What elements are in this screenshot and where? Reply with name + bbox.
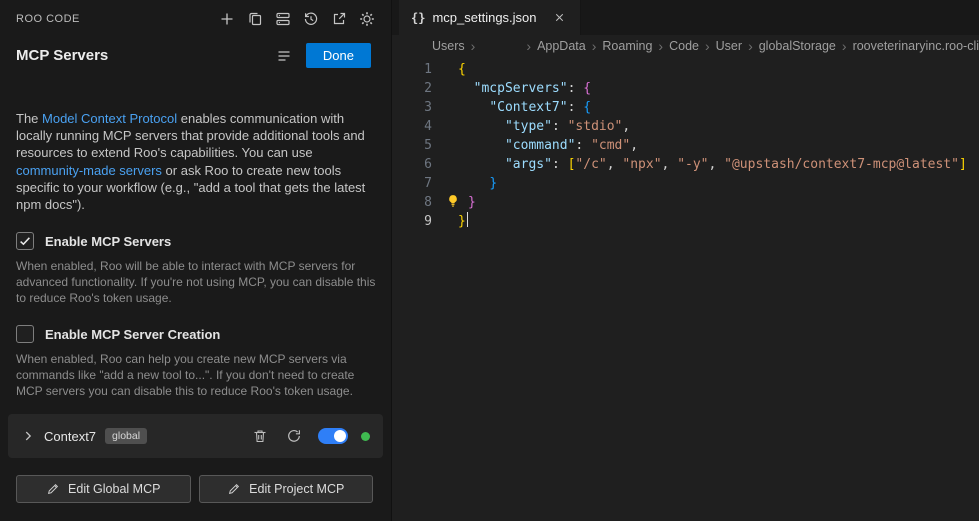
pencil-icon bbox=[227, 482, 241, 496]
tab-label: mcp_settings.json bbox=[432, 10, 536, 25]
enable-mcp-creation-row: Enable MCP Server Creation bbox=[16, 325, 375, 343]
breadcrumb-separator-icon: › bbox=[705, 39, 710, 53]
tab-bar: {} mcp_settings.json bbox=[392, 0, 979, 35]
server-row[interactable]: Context7 global bbox=[8, 414, 383, 458]
breadcrumb-item[interactable]: rooveterinaryinc.roo-cli bbox=[853, 39, 979, 53]
text-cursor bbox=[467, 212, 469, 227]
edit-global-mcp-button[interactable]: Edit Global MCP bbox=[16, 475, 191, 503]
extension-title: ROO CODE bbox=[16, 13, 80, 25]
code-line[interactable]: 7 } bbox=[392, 174, 979, 193]
status-indicator bbox=[361, 432, 370, 441]
close-icon[interactable] bbox=[552, 10, 568, 26]
check-icon bbox=[18, 234, 32, 248]
lightbulb-icon[interactable] bbox=[446, 193, 460, 212]
panel-toolbar bbox=[217, 9, 377, 29]
breadcrumb-item[interactable]: AppData bbox=[537, 39, 586, 53]
line-number: 6 bbox=[392, 155, 432, 174]
code-line[interactable]: 4 "type": "stdio", bbox=[392, 117, 979, 136]
line-number: 4 bbox=[392, 117, 432, 136]
scope-badge: global bbox=[105, 428, 147, 444]
breadcrumb-item[interactable]: User bbox=[716, 39, 742, 53]
code-line[interactable]: 8} bbox=[392, 193, 979, 212]
refresh-icon[interactable] bbox=[284, 426, 304, 446]
line-number: 2 bbox=[392, 79, 432, 98]
enable-mcp-servers-row: Enable MCP Servers bbox=[16, 232, 375, 250]
breadcrumb-separator-icon: › bbox=[471, 39, 476, 53]
line-number: 3 bbox=[392, 98, 432, 117]
server-list-icon[interactable] bbox=[274, 46, 294, 66]
json-file-icon: {} bbox=[411, 11, 425, 25]
trash-icon[interactable] bbox=[250, 426, 270, 446]
gear-icon[interactable] bbox=[357, 9, 377, 29]
breadcrumb-separator-icon: › bbox=[748, 39, 753, 53]
community-servers-link[interactable]: community-made servers bbox=[16, 163, 162, 178]
enable-mcp-creation-checkbox[interactable] bbox=[16, 325, 34, 343]
breadcrumb-item[interactable]: globalStorage bbox=[759, 39, 836, 53]
vscode-window: ROO CODE bbox=[0, 0, 979, 521]
copy-icon[interactable] bbox=[245, 9, 265, 29]
line-number: 9 bbox=[392, 212, 432, 231]
pencil-icon bbox=[46, 482, 60, 496]
code-editor[interactable]: 1{2 "mcpServers": {3 "Context7": {4 "typ… bbox=[392, 57, 979, 231]
intro-text: The Model Context Protocol enables commu… bbox=[16, 110, 373, 213]
roo-code-panel: ROO CODE bbox=[0, 0, 392, 521]
checkbox-description: When enabled, Roo will be able to intera… bbox=[16, 258, 379, 306]
panel-topbar: ROO CODE bbox=[0, 0, 391, 31]
page-title: MCP Servers bbox=[16, 47, 274, 64]
done-button[interactable]: Done bbox=[306, 43, 371, 68]
checkbox-description: When enabled, Roo can help you create ne… bbox=[16, 351, 379, 399]
code-line[interactable]: 2 "mcpServers": { bbox=[392, 79, 979, 98]
breadcrumb-separator-icon: › bbox=[592, 39, 597, 53]
code-line[interactable]: 1{ bbox=[392, 60, 979, 79]
page-header: MCP Servers Done bbox=[0, 31, 391, 78]
breadcrumb: Users › › AppData › Roaming › Code › User › globalS… bbox=[392, 35, 979, 57]
edit-project-mcp-button[interactable]: Edit Project MCP bbox=[199, 475, 374, 503]
plus-icon[interactable] bbox=[217, 9, 237, 29]
history-icon[interactable] bbox=[301, 9, 321, 29]
line-number: 1 bbox=[392, 60, 432, 79]
breadcrumb-separator-icon: › bbox=[842, 39, 847, 53]
code-line[interactable]: 3 "Context7": { bbox=[392, 98, 979, 117]
editor-group: {} mcp_settings.json Users › › AppData › Roam… bbox=[392, 0, 979, 521]
code-line[interactable]: 9} bbox=[392, 212, 979, 231]
enable-mcp-servers-checkbox[interactable] bbox=[16, 232, 34, 250]
breadcrumb-item[interactable]: Users bbox=[432, 39, 465, 53]
server-name: Context7 bbox=[44, 429, 96, 444]
breadcrumb-separator-icon: › bbox=[526, 39, 531, 53]
open-external-icon[interactable] bbox=[329, 9, 349, 29]
server-enabled-toggle[interactable] bbox=[318, 428, 348, 444]
chevron-right-icon[interactable] bbox=[18, 426, 38, 446]
breadcrumb-item[interactable]: Roaming bbox=[602, 39, 652, 53]
checkbox-label: Enable MCP Server Creation bbox=[45, 327, 220, 342]
breadcrumb-item[interactable]: Code bbox=[669, 39, 699, 53]
breadcrumb-separator-icon: › bbox=[658, 39, 663, 53]
mcp-footer-buttons: Edit Global MCP Edit Project MCP bbox=[16, 475, 373, 503]
line-number: 8 bbox=[392, 193, 432, 212]
line-number: 5 bbox=[392, 136, 432, 155]
code-line[interactable]: 5 "command": "cmd", bbox=[392, 136, 979, 155]
toggle-knob bbox=[334, 430, 346, 442]
code-line[interactable]: 6 "args": ["/c", "npx", "-y", "@upstash/… bbox=[392, 155, 979, 174]
model-context-protocol-link[interactable]: Model Context Protocol bbox=[42, 111, 177, 126]
line-number: 7 bbox=[392, 174, 432, 193]
tab-mcp-settings[interactable]: {} mcp_settings.json bbox=[399, 0, 581, 35]
server-stack-icon[interactable] bbox=[273, 9, 293, 29]
checkbox-label: Enable MCP Servers bbox=[45, 234, 171, 249]
